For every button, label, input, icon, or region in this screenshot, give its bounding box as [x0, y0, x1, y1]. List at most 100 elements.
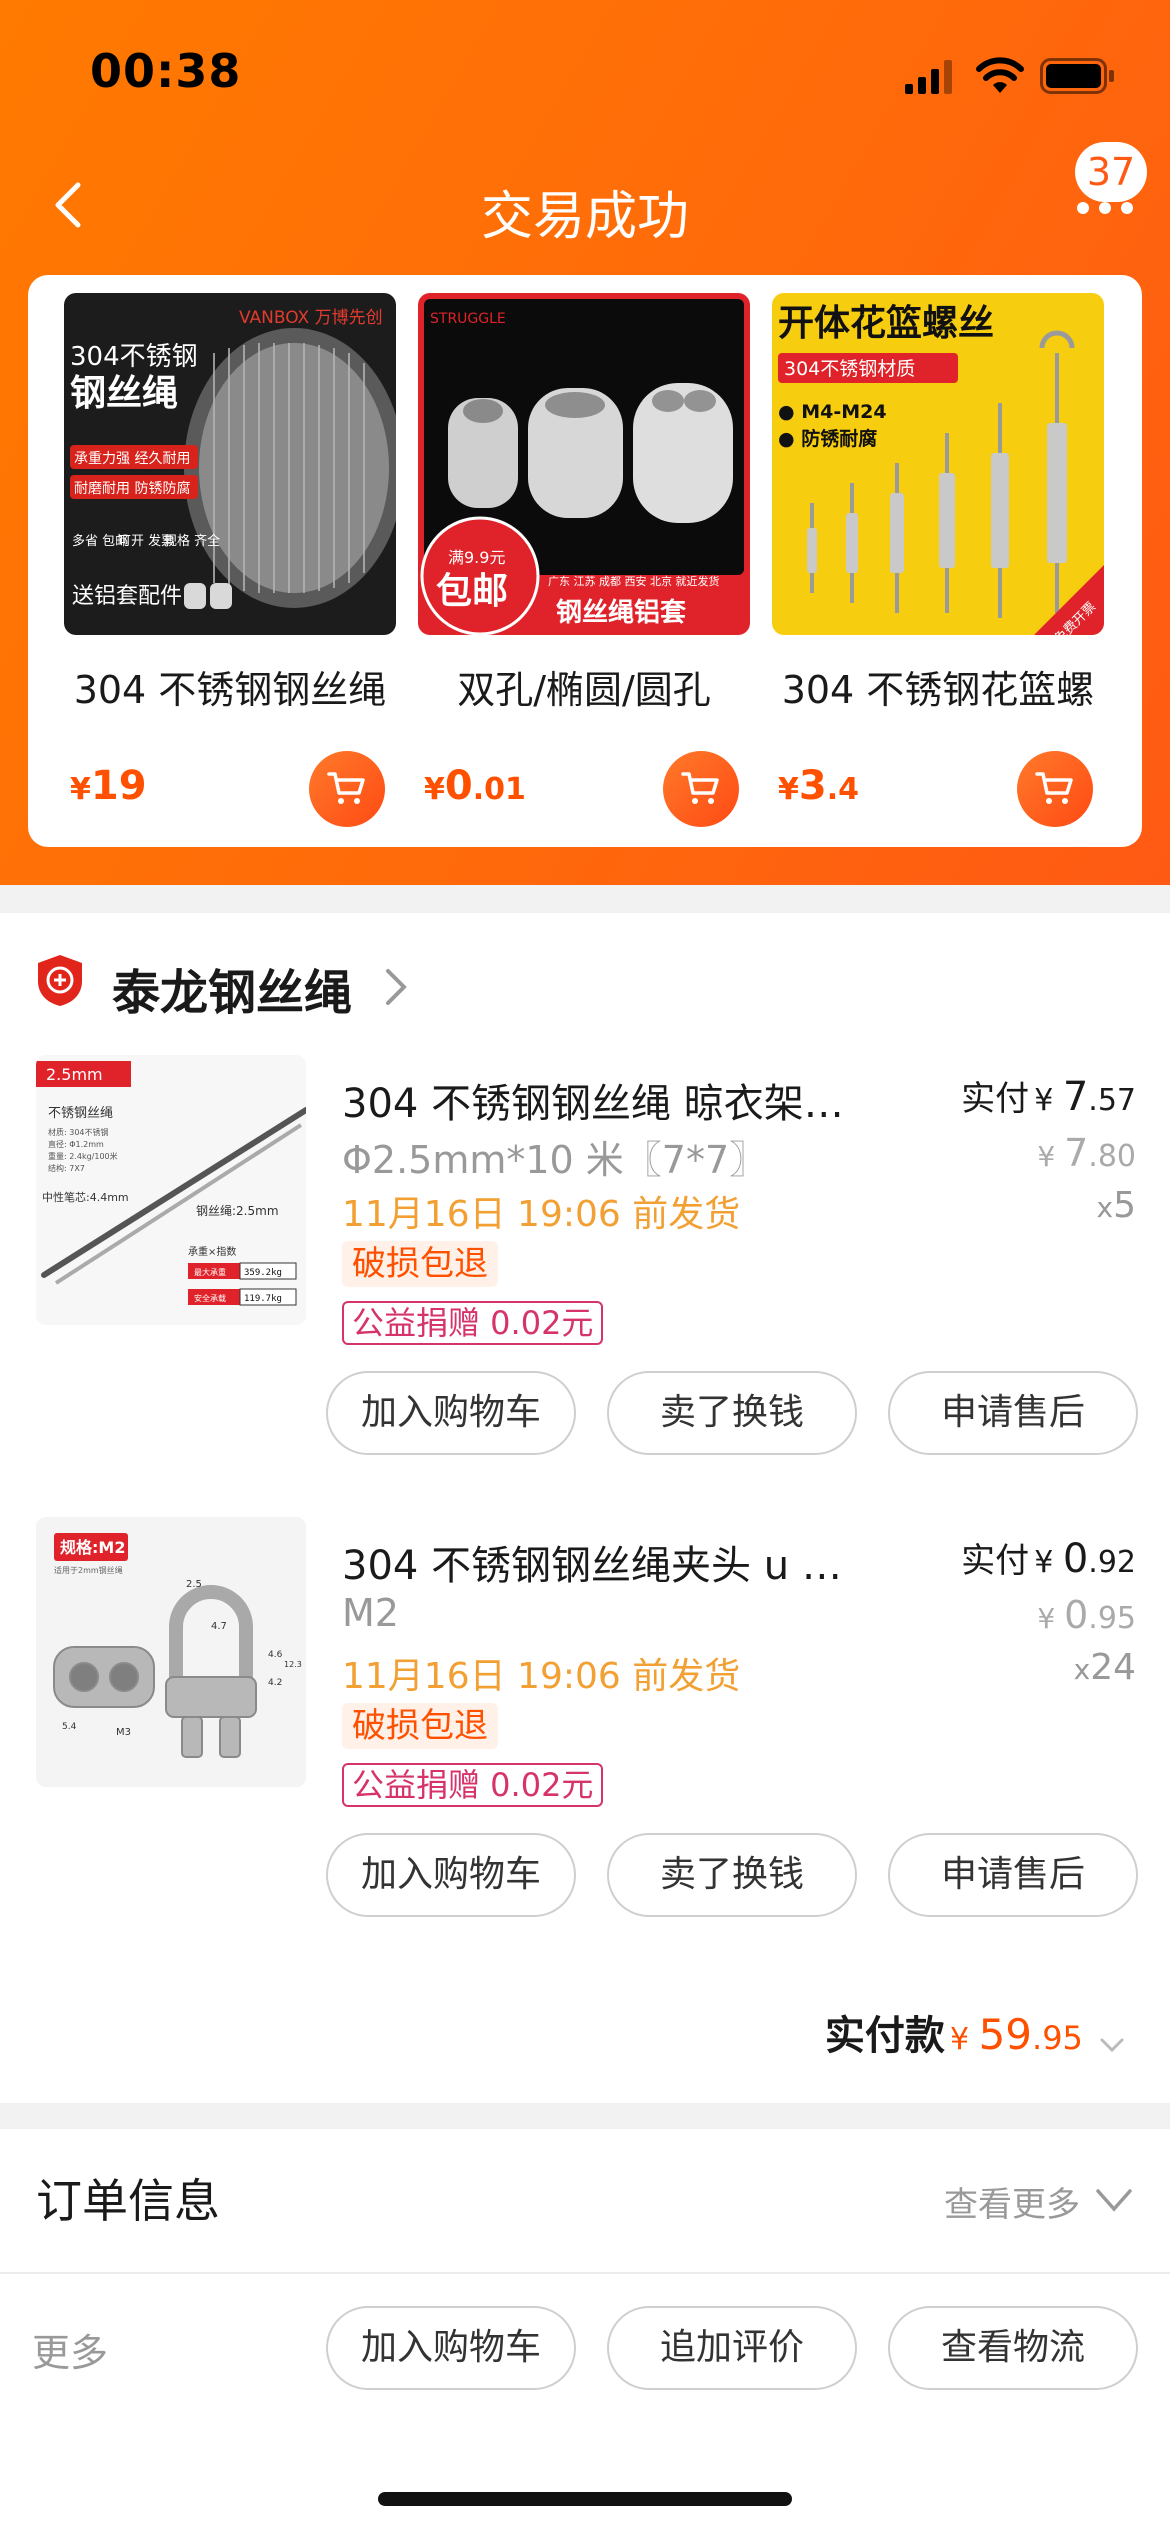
charity-tag[interactable]: 公益捐赠 0.02元 — [342, 1301, 604, 1345]
item-title[interactable]: 304 不锈钢钢丝绳 晾衣架… — [342, 1071, 862, 1129]
svg-text:304不锈钢材质: 304不锈钢材质 — [784, 358, 915, 380]
wire-rope-image: VANBOX 万博先创 304不锈钢 钢丝绳 承重力强 经久耐用 耐磨耐用 防锈… — [64, 293, 396, 635]
battery-icon — [1040, 58, 1114, 94]
item-ship-time: 11月16日 19:06 前发货 — [342, 1656, 741, 1697]
svg-text:满9.9元: 满9.9元 — [448, 548, 505, 567]
add-to-cart-button[interactable] — [663, 751, 739, 827]
chevron-down-icon[interactable] — [1098, 2035, 1126, 2055]
charity-tag[interactable]: 公益捐赠 0.02元 — [342, 1763, 604, 1807]
paid-price: 实付 ¥ 7.57 — [961, 1074, 1136, 1120]
recommendation-name[interactable]: 304 不锈钢花篮螺 — [772, 659, 1104, 714]
order-total[interactable]: 实付款 ¥ 59.95 — [825, 2003, 1126, 2061]
svg-text:● M4-M24: ● M4-M24 — [778, 401, 887, 423]
svg-text:适用于2mm钢丝绳: 适用于2mm钢丝绳 — [54, 1565, 123, 1575]
chevron-right-icon[interactable] — [384, 967, 408, 1007]
product-image[interactable]: VANBOX 万博先创 304不锈钢 钢丝绳 承重力强 经久耐用 耐磨耐用 防锈… — [64, 293, 396, 635]
bottom-action-bar: 更多 加入购物车 追加评价 查看物流 — [0, 2274, 1170, 2532]
recommendation-price: ¥19 — [70, 763, 147, 809]
item-sku: M2 — [342, 1591, 399, 1635]
svg-text:STRUGGLE: STRUGGLE — [430, 311, 506, 327]
home-indicator[interactable] — [378, 2492, 792, 2506]
after-sales-button[interactable]: 申请售后 — [888, 1371, 1138, 1455]
svg-text:钢丝绳铝套: 钢丝绳铝套 — [556, 598, 687, 628]
svg-text:耐磨耐用 防锈防腐: 耐磨耐用 防锈防腐 — [74, 480, 190, 497]
svg-text:规格 齐全: 规格 齐全 — [164, 533, 220, 549]
svg-text:359.2kg: 359.2kg — [244, 1268, 282, 1278]
shop-order-section: 泰龙钢丝绳 2.5mm 不锈钢丝绳 材质: 304不锈钢 直径: Φ1.2mm … — [0, 913, 1170, 2103]
svg-text:2.5: 2.5 — [186, 1579, 202, 1590]
page-title: 交易成功 — [480, 187, 689, 247]
more-icon[interactable] — [1075, 198, 1135, 218]
recommendation-item[interactable]: STRUGGLE 满9.9元 包邮 广东 江苏 成都 西安 北京 就近发货 钢丝… — [418, 293, 750, 833]
service-tag: 破损包退 — [342, 1241, 498, 1287]
svg-text:承重力强 经久耐用: 承重力强 经久耐用 — [74, 451, 190, 467]
recommendation-price: ¥0.01 — [424, 763, 526, 809]
svg-text:4.2: 4.2 — [268, 1678, 282, 1688]
svg-text:119.7kg: 119.7kg — [244, 1294, 282, 1304]
svg-text:直径: Φ1.2mm: 直径: Φ1.2mm — [48, 1139, 104, 1149]
wire-rope-spec-image: 2.5mm 不锈钢丝绳 材质: 304不锈钢 直径: Φ1.2mm 重量: 2.… — [36, 1055, 306, 1325]
paid-price: 实付 ¥ 0.92 — [961, 1536, 1136, 1582]
svg-text:钢丝绳:2.5mm: 钢丝绳:2.5mm — [196, 1204, 279, 1218]
resell-button[interactable]: 卖了换钱 — [607, 1371, 857, 1455]
svg-text:安全承载: 安全承载 — [194, 1293, 226, 1303]
svg-text:广东 江苏 成都 西安 北京 就近发货: 广东 江苏 成都 西安 北京 就近发货 — [548, 574, 719, 588]
status-time: 00:38 — [90, 44, 242, 98]
svg-text:● 防锈耐腐: ● 防锈耐腐 — [778, 427, 877, 450]
product-image[interactable]: STRUGGLE 满9.9元 包邮 广东 江苏 成都 西安 北京 就近发货 钢丝… — [418, 293, 750, 635]
add-to-cart-button[interactable] — [1017, 751, 1093, 827]
recommendation-name[interactable]: 304 不锈钢钢丝绳 — [64, 659, 396, 714]
order-item: 规格:M2 适用于2mm钢丝绳 2.5 4.7 4.6 4.2 12.3 5.4 — [0, 1493, 1170, 1953]
svg-text:最大承重: 最大承重 — [194, 1267, 226, 1277]
svg-text:结构: 7X7: 结构: 7X7 — [48, 1163, 85, 1173]
resell-button[interactable]: 卖了换钱 — [607, 1833, 857, 1917]
cart-icon — [681, 772, 719, 804]
section-divider — [0, 885, 1170, 913]
service-tag: 破损包退 — [342, 1703, 498, 1749]
order-info-title: 订单信息 — [36, 2174, 220, 2228]
svg-text:12.3: 12.3 — [284, 1660, 302, 1669]
status-bar: 00:38 — [0, 0, 1170, 150]
add-to-cart-button[interactable]: 加入购物车 — [326, 1833, 576, 1917]
shop-header[interactable]: 泰龙钢丝绳 — [36, 945, 636, 1025]
item-thumbnail[interactable]: 2.5mm 不锈钢丝绳 材质: 304不锈钢 直径: Φ1.2mm 重量: 2.… — [36, 1055, 306, 1325]
add-review-button[interactable]: 追加评价 — [607, 2306, 857, 2390]
original-price: ¥ 0.95 — [1037, 1593, 1136, 1637]
view-more-link[interactable]: 查看更多 — [944, 2177, 1080, 2226]
recommendation-price: ¥3.4 — [778, 763, 859, 809]
add-to-cart-button[interactable] — [309, 751, 385, 827]
svg-text:开体花篮螺丝: 开体花篮螺丝 — [778, 303, 994, 344]
image-brand: VANBOX 万博先创 — [239, 308, 383, 328]
after-sales-button[interactable]: 申请售后 — [888, 1833, 1138, 1917]
recommendation-item[interactable]: VANBOX 万博先创 304不锈钢 钢丝绳 承重力强 经久耐用 耐磨耐用 防锈… — [64, 293, 396, 833]
quantity: x5 — [1096, 1185, 1136, 1226]
svg-text:4.7: 4.7 — [211, 1621, 227, 1632]
view-logistics-button[interactable]: 查看物流 — [888, 2306, 1138, 2390]
product-image[interactable]: 开体花篮螺丝 304不锈钢材质 ● M4-M24 ● 防锈耐腐 免费开票 — [772, 293, 1104, 635]
svg-text:规格:M2: 规格:M2 — [60, 1538, 125, 1557]
svg-text:2.5mm: 2.5mm — [46, 1065, 103, 1084]
svg-text:钢丝绳: 钢丝绳 — [70, 373, 178, 414]
section-divider — [0, 2103, 1170, 2129]
rope-clip-image: 规格:M2 适用于2mm钢丝绳 2.5 4.7 4.6 4.2 12.3 5.4 — [36, 1517, 306, 1787]
message-count-badge[interactable]: 37 — [1075, 142, 1147, 202]
order-info-row[interactable]: 订单信息 查看更多 — [0, 2129, 1170, 2274]
turnbuckle-image: 开体花篮螺丝 304不锈钢材质 ● M4-M24 ● 防锈耐腐 免费开票 — [772, 293, 1104, 635]
recommendation-name[interactable]: 双孔/椭圆/圆孔 — [418, 659, 750, 714]
chevron-down-icon[interactable] — [1094, 2187, 1134, 2213]
svg-text:重量: 2.4kg/100米: 重量: 2.4kg/100米 — [48, 1151, 118, 1161]
add-to-cart-button[interactable]: 加入购物车 — [326, 2306, 576, 2390]
more-actions[interactable]: 更多 — [32, 2322, 108, 2377]
shop-name[interactable]: 泰龙钢丝绳 — [112, 953, 352, 1023]
cart-icon — [327, 772, 365, 804]
wifi-icon — [976, 57, 1024, 93]
svg-text:不锈钢丝绳: 不锈钢丝绳 — [48, 1106, 113, 1121]
add-to-cart-button[interactable]: 加入购物车 — [326, 1371, 576, 1455]
svg-text:304不锈钢: 304不锈钢 — [70, 342, 198, 372]
recommendation-item[interactable]: 开体花篮螺丝 304不锈钢材质 ● M4-M24 ● 防锈耐腐 免费开票 304… — [772, 293, 1104, 833]
item-thumbnail[interactable]: 规格:M2 适用于2mm钢丝绳 2.5 4.7 4.6 4.2 12.3 5.4 — [36, 1517, 306, 1787]
svg-text:材质: 304不锈钢: 材质: 304不锈钢 — [48, 1127, 109, 1137]
svg-text:包邮: 包邮 — [436, 571, 508, 612]
item-title[interactable]: 304 不锈钢钢丝绳夹头 u 型… — [342, 1533, 862, 1591]
original-price: ¥ 7.80 — [1037, 1131, 1136, 1175]
